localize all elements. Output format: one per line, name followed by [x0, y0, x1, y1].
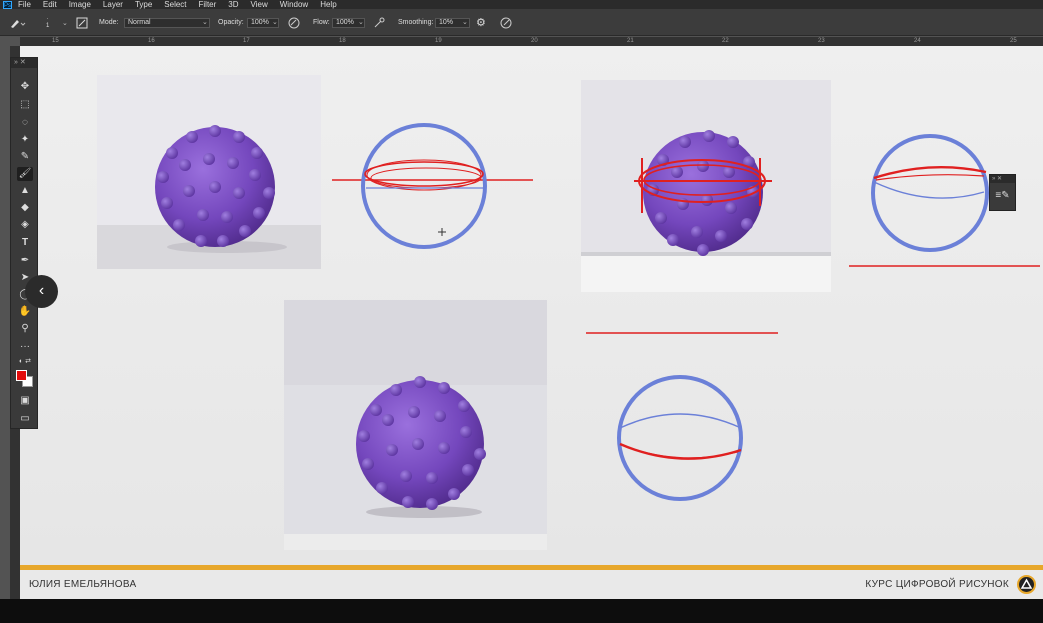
- chevron-down-icon: ⌄: [358, 19, 364, 26]
- course-logo-icon: [1017, 575, 1036, 594]
- ruler-tick: 18: [339, 38, 346, 44]
- more-icon[interactable]: ···: [17, 340, 33, 354]
- quick-mask-icon[interactable]: ▣: [17, 394, 33, 408]
- ruler-tick: 23: [818, 38, 825, 44]
- bottom-bar: [0, 599, 1043, 623]
- eraser-icon[interactable]: ◆: [17, 201, 33, 215]
- ruler-tick: 22: [722, 38, 729, 44]
- brush-settings-icon[interactable]: ≡✎: [990, 183, 1015, 209]
- tools-panel-header[interactable]: » ✕: [11, 58, 37, 68]
- chevron-down-icon[interactable]: ⌄: [62, 9, 68, 36]
- flow-label: Flow:: [313, 19, 330, 26]
- menu-edit[interactable]: Edit: [43, 0, 57, 9]
- mode-select[interactable]: Normal: [124, 18, 210, 28]
- opacity-label: Opacity:: [218, 19, 244, 26]
- ruler-tick: 25: [1010, 38, 1017, 44]
- stamp-icon[interactable]: ▲: [17, 184, 33, 198]
- options-bar: · 1 ⌄ Mode: Normal ⌄ Opacity: 100% ⌄ Flo…: [0, 9, 1043, 36]
- reference-photo-2: [581, 80, 831, 292]
- chevron-down-icon: ⌄: [202, 19, 208, 26]
- gear-icon[interactable]: ⚙: [476, 9, 486, 36]
- ruler-tick: 24: [914, 38, 921, 44]
- brush-settings-mini-panel: » ✕ ≡✎: [989, 174, 1016, 211]
- pressure-size-icon[interactable]: [500, 9, 512, 36]
- type-icon[interactable]: T: [17, 236, 33, 250]
- pen-icon[interactable]: ✒: [17, 254, 33, 268]
- lasso-icon[interactable]: ◌: [17, 116, 33, 130]
- mode-label: Mode:: [99, 19, 119, 26]
- photoshop-logo-icon: Ps: [3, 0, 12, 9]
- zoom-icon[interactable]: ⚲: [17, 322, 33, 336]
- brush-size-picker[interactable]: · 1: [46, 9, 49, 36]
- menu-select[interactable]: Select: [164, 0, 186, 9]
- foreground-color-swatch[interactable]: [16, 370, 27, 381]
- ruler-tick: 20: [531, 38, 538, 44]
- smoothing-label: Smoothing:: [398, 19, 434, 26]
- ruler-tick: 16: [148, 38, 155, 44]
- brush-preset-icon[interactable]: [8, 9, 26, 36]
- menu-3d[interactable]: 3D: [228, 0, 238, 9]
- move-icon[interactable]: ✥: [17, 80, 33, 94]
- horizontal-ruler: 15 16 17 18 19 20 21 22 23 24 25: [20, 37, 1043, 46]
- menu-view[interactable]: View: [251, 0, 268, 9]
- ruler-tick: 21: [627, 38, 634, 44]
- ruler-tick: 17: [243, 38, 250, 44]
- collapse-panel-button[interactable]: ‹: [25, 275, 58, 308]
- menu-filter[interactable]: Filter: [199, 0, 217, 9]
- swap-colors-icon[interactable]: ◐ ⇄: [17, 355, 33, 369]
- brush-icon[interactable]: 🖌: [17, 167, 33, 181]
- tools-panel: » ✕ ✥ ⬚ ◌ ✦ ✎ 🖌 ▲ ◆ ◈ T ✒ ➤ ◯ ✋ ⚲ ··· ◐ …: [10, 57, 38, 429]
- paint-bucket-icon[interactable]: ◈: [17, 218, 33, 232]
- chevron-down-icon: ⌄: [462, 19, 468, 26]
- course-footer: ЮЛИЯ ЕМЕЛЬЯНОВА КУРС ЦИФРОВОЙ РИСУНОК: [20, 570, 1043, 599]
- magic-wand-icon[interactable]: ✦: [17, 133, 33, 147]
- menu-type[interactable]: Type: [135, 0, 152, 9]
- screen-mode-icon[interactable]: ▭: [17, 412, 33, 426]
- reference-photo-3: [284, 300, 547, 550]
- menu-help[interactable]: Help: [320, 0, 336, 9]
- author-name: ЮЛИЯ ЕМЕЛЬЯНОВА: [29, 579, 137, 590]
- menu-file[interactable]: File: [18, 0, 31, 9]
- eyedropper-icon[interactable]: ✎: [17, 150, 33, 164]
- pressure-opacity-icon[interactable]: [288, 9, 300, 36]
- course-title: КУРС ЦИФРОВОЙ РИСУНОК: [865, 579, 1009, 590]
- airbrush-icon[interactable]: [373, 9, 386, 36]
- chevron-down-icon: ⌄: [272, 19, 278, 26]
- hand-icon[interactable]: ✋: [17, 305, 33, 319]
- mini-panel-header[interactable]: » ✕: [990, 175, 1015, 183]
- brush-size-value: 1: [46, 22, 50, 29]
- marquee-icon[interactable]: ⬚: [17, 98, 33, 112]
- menu-layer[interactable]: Layer: [103, 0, 123, 9]
- menu-bar: Ps File Edit Image Layer Type Select Fil…: [0, 0, 1043, 9]
- menu-image[interactable]: Image: [69, 0, 91, 9]
- ruler-tick: 15: [52, 38, 59, 44]
- brush-panel-toggle-icon[interactable]: [76, 9, 88, 36]
- ruler-tick: 19: [435, 38, 442, 44]
- reference-photo-1: [97, 75, 321, 269]
- menu-window[interactable]: Window: [280, 0, 308, 9]
